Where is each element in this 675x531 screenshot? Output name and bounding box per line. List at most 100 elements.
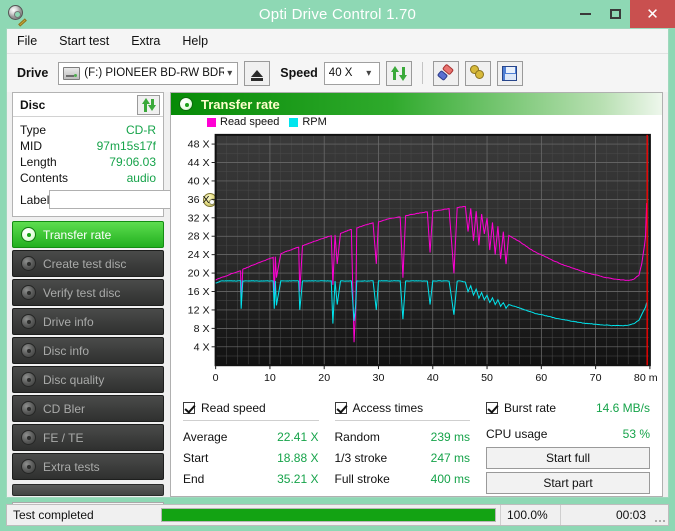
disc-row-value: CD-R (126, 123, 156, 137)
app-icon (6, 4, 27, 27)
eject-button[interactable] (244, 60, 271, 86)
svg-text:0: 0 (213, 373, 219, 384)
menu-start-test[interactable]: Start test (59, 34, 109, 48)
access-times-title: Access times (352, 401, 424, 415)
sidebar-item-label: Disc quality (43, 372, 105, 387)
burst-rate-header: Burst rate 14.6 MB/s (486, 399, 650, 417)
svg-text:80 min: 80 min (634, 373, 658, 384)
result-row-third-stroke: 1/3 stroke 247 ms (335, 447, 471, 468)
result-value: 400 ms (430, 471, 470, 486)
svg-text:40 X: 40 X (188, 177, 210, 188)
result-row-random: Random 239 ms (335, 426, 471, 447)
close-icon: ✕ (646, 4, 659, 23)
disc-refresh-button[interactable] (137, 94, 160, 115)
erase-button[interactable] (432, 60, 459, 86)
svg-text:44 X: 44 X (188, 159, 210, 170)
disc-info-rows: Type CD-R MID 97m15s17f Length 79:06.03 (13, 117, 219, 216)
speed-select[interactable]: 40 X ▾ (323, 61, 380, 85)
divider (183, 420, 319, 421)
main-content: Transfer rate Read speed RPM 4 X 8 X 12 X 1… (167, 92, 668, 497)
result-key: End (183, 471, 205, 486)
disc-icon (21, 343, 36, 358)
menu-help[interactable]: Help (182, 34, 208, 48)
sidebar-item-cd-bler[interactable]: CD Bler (12, 395, 164, 422)
menu-file[interactable]: File (17, 34, 37, 48)
disc-row-key: Length (20, 155, 57, 169)
drive-select[interactable]: (F:) PIONEER BD-RW BDR-207M 1.60 ▾ (58, 61, 239, 85)
disc-icon (179, 97, 193, 111)
result-value: 53 % (622, 426, 650, 441)
refresh-button[interactable] (385, 60, 412, 86)
sidebar-item-extra-tests[interactable]: Extra tests (12, 453, 164, 480)
access-times-checkbox[interactable] (334, 402, 347, 414)
results-access-times: Access times Random 239 ms 1/3 stroke 24… (327, 399, 479, 494)
disc-panel-title: Disc (20, 97, 46, 112)
result-key: Random (334, 429, 380, 444)
result-row-end: End 35.21 X (183, 468, 319, 489)
maximize-button[interactable] (600, 0, 630, 28)
progress-track (161, 508, 496, 522)
pen-icon (18, 18, 27, 27)
sidebar: Disc Type CD-R MID 97m15s17f Length 79:0… (7, 92, 219, 518)
refresh-icon (141, 98, 156, 112)
status-percent: 100.0% (500, 505, 560, 525)
svg-text:28 X: 28 X (188, 232, 210, 243)
svg-text:8 X: 8 X (194, 324, 210, 335)
burst-rate-title: Burst rate (504, 401, 557, 415)
eject-icon (251, 69, 264, 81)
read-speed-checkbox[interactable] (183, 402, 195, 414)
start-full-button[interactable]: Start full (486, 447, 650, 469)
disc-row-mid: MID 97m15s17f (20, 138, 156, 154)
sidebar-item-verify-test-disc[interactable]: Verify test disc (12, 279, 164, 306)
svg-text:70: 70 (590, 373, 602, 384)
legend-label-rpm: RPM (302, 116, 327, 129)
status-text: Test completed (13, 508, 94, 522)
minimize-button[interactable] (570, 0, 600, 28)
result-key: Full stroke (334, 471, 390, 486)
divider (334, 420, 470, 421)
result-value: 247 ms (430, 450, 470, 465)
disc-row-type: Type CD-R (20, 122, 156, 138)
resize-grip-icon[interactable] (652, 505, 668, 525)
result-row-average: Average 22.41 X (183, 426, 319, 447)
svg-text:32 X: 32 X (188, 214, 210, 225)
disc-row-length: Length 79:06.03 (20, 154, 156, 170)
disc-icon (21, 401, 36, 416)
svg-text:36 X: 36 X (188, 195, 210, 206)
window-controls: ✕ (570, 0, 675, 28)
maximize-icon (609, 9, 621, 19)
disc-icon (21, 227, 36, 242)
sidebar-item-disc-quality[interactable]: Disc quality (12, 366, 164, 393)
sidebar-item-create-test-disc[interactable]: Create test disc (12, 250, 164, 277)
svg-text:20: 20 (318, 373, 330, 384)
close-button[interactable]: ✕ (630, 0, 675, 28)
svg-text:50: 50 (481, 373, 493, 384)
sidebar-item-drive-info[interactable]: Drive info (12, 308, 164, 335)
sidebar-item-label: Disc info (43, 343, 90, 358)
transfer-rate-chart: 4 X 8 X 12 X 16 X 20 X 24 X 28 X 32 X 36 X 40 X 44… (188, 134, 658, 384)
menu-extra[interactable]: Extra (131, 34, 160, 48)
save-button[interactable] (496, 60, 523, 86)
sidebar-item-label: CD Bler (43, 401, 86, 416)
burst-rate-checkbox[interactable] (486, 402, 498, 414)
toolbar-separator (421, 62, 423, 84)
chevron-down-icon: ▾ (366, 67, 372, 79)
result-value: 239 ms (430, 429, 470, 444)
svg-text:12 X: 12 X (188, 306, 210, 317)
settings-button[interactable] (464, 60, 491, 86)
svg-text:60: 60 (535, 373, 547, 384)
result-key: 1/3 stroke (334, 450, 388, 465)
app-window: Opti Drive Control 1.70 ✕ File Start tes… (0, 0, 675, 531)
disc-row-key: MID (20, 139, 42, 153)
sidebar-item-label: Transfer rate (43, 227, 112, 242)
status-time: 00:03 (560, 505, 652, 525)
sidebar-item-disc-info[interactable]: Disc info (12, 337, 164, 364)
sidebar-item-transfer-rate[interactable]: Transfer rate (12, 221, 164, 248)
legend-swatch-rpm (289, 117, 299, 127)
sidebar-item-fe-te[interactable]: FE / TE (12, 424, 164, 451)
svg-text:30: 30 (373, 373, 385, 384)
progress-bar (157, 505, 500, 525)
access-times-header: Access times (334, 399, 471, 417)
start-part-button[interactable]: Start part (486, 472, 650, 494)
disc-icon (21, 372, 36, 387)
